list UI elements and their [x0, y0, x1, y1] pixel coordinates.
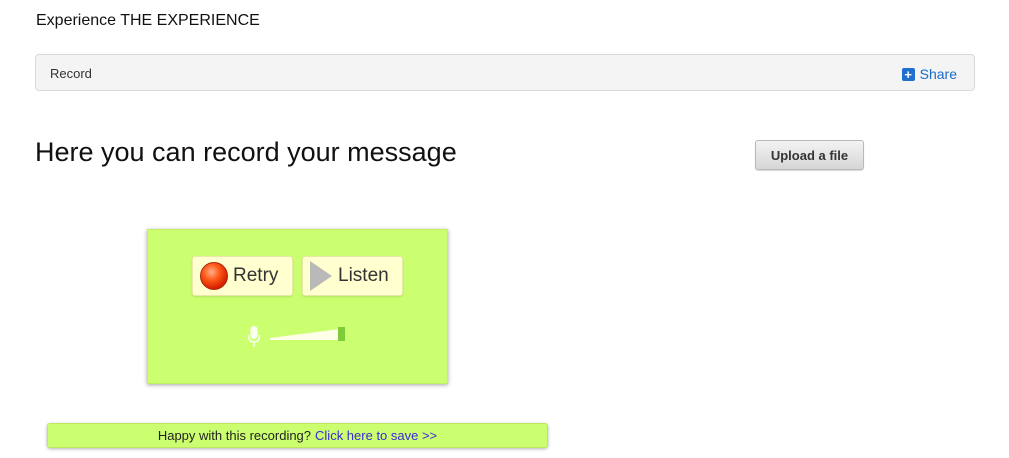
- share-button[interactable]: + Share: [901, 66, 957, 82]
- plus-square-icon: +: [901, 67, 915, 81]
- retry-button[interactable]: Retry: [192, 256, 293, 296]
- save-prompt: Happy with this recording?: [157, 428, 312, 443]
- record-dot-icon: [200, 262, 228, 290]
- upload-file-button[interactable]: Upload a file: [755, 140, 864, 170]
- listen-button[interactable]: Listen: [302, 256, 403, 296]
- page-headline: Here you can record your message: [35, 137, 457, 167]
- nav-bar: Record + Share: [35, 54, 975, 91]
- nav-label-record: Record: [50, 66, 92, 81]
- play-icon: [310, 261, 332, 291]
- retry-label: Retry: [233, 265, 279, 286]
- microphone-icon: [247, 326, 261, 347]
- share-label: Share: [919, 66, 957, 82]
- listen-label: Listen: [338, 265, 389, 286]
- input-level-bar: [338, 327, 345, 341]
- site-title: Experience THE EXPERIENCE: [36, 12, 260, 29]
- save-link[interactable]: Click here to save >>: [315, 428, 437, 443]
- recorder-panel: Retry Listen: [147, 229, 448, 384]
- input-level-meter: [270, 327, 345, 341]
- save-prompt-bar: Happy with this recording? Click here to…: [47, 423, 548, 448]
